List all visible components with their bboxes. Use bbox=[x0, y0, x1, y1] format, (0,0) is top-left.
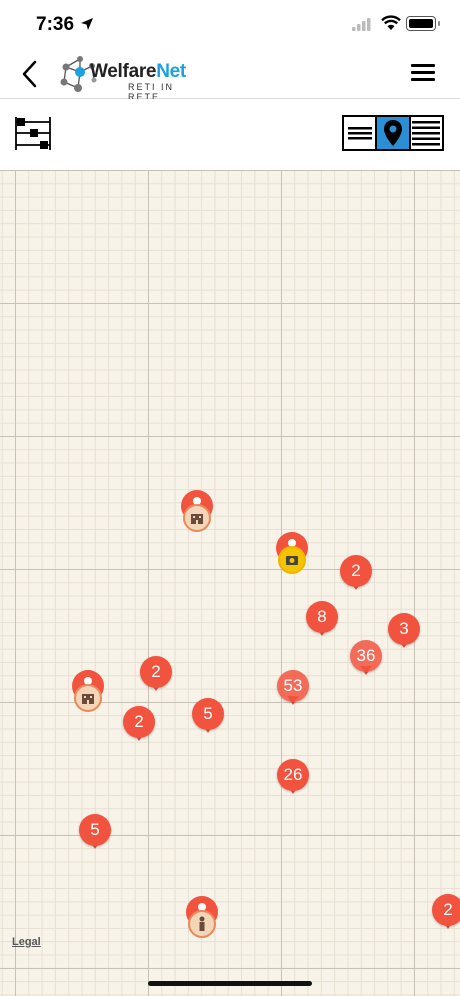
camera-icon bbox=[286, 556, 298, 565]
cluster-marker[interactable]: 36 bbox=[350, 640, 382, 675]
cluster-marker[interactable]: 53 bbox=[277, 670, 309, 705]
person-icon bbox=[199, 916, 205, 931]
building-icon bbox=[191, 514, 203, 524]
back-chevron-icon[interactable] bbox=[14, 58, 46, 90]
cluster-marker[interactable]: 8 bbox=[306, 601, 338, 636]
map-area[interactable]: 2 8 3 36 53 2 2 5 26 5 2 bbox=[0, 170, 460, 996]
detailed-list-view-button[interactable] bbox=[410, 117, 442, 149]
view-switcher bbox=[342, 115, 444, 151]
status-bar: 7:36 bbox=[0, 0, 460, 50]
map-view-button[interactable] bbox=[377, 117, 411, 149]
text-lines-icon bbox=[412, 121, 441, 146]
battery-icon bbox=[406, 16, 440, 31]
poi-marker-person[interactable] bbox=[186, 896, 218, 942]
filter-sliders-icon[interactable] bbox=[14, 115, 52, 153]
cluster-marker[interactable]: 2 bbox=[340, 555, 372, 590]
cluster-marker[interactable]: 2 bbox=[140, 656, 172, 691]
building-icon bbox=[82, 694, 94, 704]
home-indicator[interactable] bbox=[148, 981, 312, 986]
cellular-signal-icon bbox=[352, 18, 371, 31]
poi-marker-service[interactable] bbox=[72, 670, 104, 716]
cluster-marker[interactable]: 26 bbox=[277, 759, 309, 794]
list-view-button[interactable] bbox=[344, 117, 378, 149]
status-time: 7:36 bbox=[36, 14, 75, 35]
cluster-marker[interactable]: 2 bbox=[123, 706, 155, 741]
legal-link[interactable]: Legal bbox=[12, 936, 41, 948]
cluster-marker[interactable]: 5 bbox=[192, 698, 224, 733]
app-header: WelfareNet RETI IN RETE bbox=[0, 50, 460, 102]
poi-marker-camera[interactable] bbox=[276, 532, 308, 578]
list-lines-icon bbox=[347, 127, 372, 140]
logo-title: WelfareNet bbox=[90, 61, 186, 82]
map-pin-icon bbox=[383, 120, 402, 146]
cluster-marker[interactable]: 3 bbox=[388, 613, 420, 648]
location-arrow-icon bbox=[81, 18, 93, 30]
cluster-marker[interactable]: 5 bbox=[79, 814, 111, 849]
cluster-marker[interactable]: 2 bbox=[432, 894, 460, 929]
welfarenet-logo: WelfareNet RETI IN RETE bbox=[58, 54, 208, 102]
map-toolbar bbox=[0, 99, 460, 170]
poi-marker-service[interactable] bbox=[181, 490, 213, 536]
hamburger-menu-icon[interactable] bbox=[408, 58, 438, 88]
wifi-icon bbox=[381, 15, 401, 30]
